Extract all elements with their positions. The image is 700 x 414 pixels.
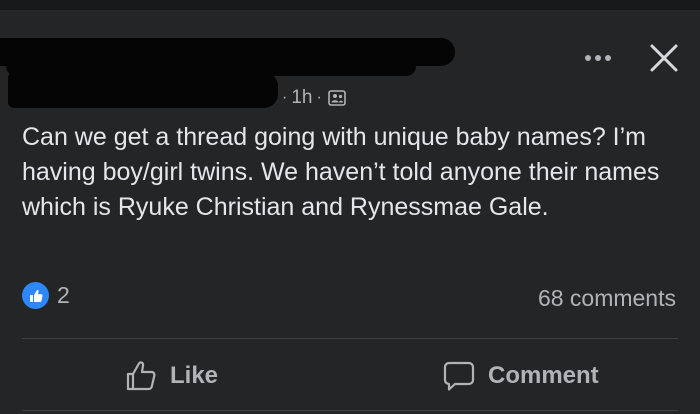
redacted-author-meta bbox=[8, 72, 278, 108]
post-card: · 1h · Can we get a thread going with un… bbox=[0, 10, 700, 414]
post-actions: Like Comment bbox=[0, 348, 700, 404]
reaction-count: 2 bbox=[57, 282, 70, 308]
comment-count[interactable]: 68 comments bbox=[538, 285, 676, 312]
thumbs-up-icon bbox=[22, 282, 49, 309]
thumbs-up-icon bbox=[126, 361, 156, 391]
like-label: Like bbox=[170, 362, 219, 389]
comment-button[interactable]: Comment bbox=[442, 348, 599, 404]
top-strip bbox=[0, 0, 700, 10]
divider bbox=[22, 338, 678, 339]
post-timestamp[interactable]: 1h bbox=[291, 88, 312, 108]
more-options-icon bbox=[595, 55, 601, 61]
close-icon bbox=[650, 44, 678, 72]
like-button[interactable]: Like bbox=[124, 348, 218, 404]
divider bbox=[22, 410, 678, 411]
friends-audience-icon[interactable] bbox=[327, 90, 346, 106]
meta-separator: · bbox=[316, 89, 322, 106]
more-options-button[interactable] bbox=[578, 43, 618, 73]
close-button[interactable] bbox=[646, 40, 682, 76]
post-text: Can we get a thread going with unique ba… bbox=[22, 123, 660, 221]
post-meta: · 1h · bbox=[282, 88, 346, 108]
comment-bubble-icon bbox=[443, 361, 475, 391]
meta-separator: · bbox=[282, 89, 288, 106]
more-options-icon bbox=[605, 55, 611, 61]
reaction-summary[interactable]: 2 bbox=[22, 282, 70, 309]
comment-label: Comment bbox=[488, 362, 599, 389]
more-options-icon bbox=[585, 55, 591, 61]
